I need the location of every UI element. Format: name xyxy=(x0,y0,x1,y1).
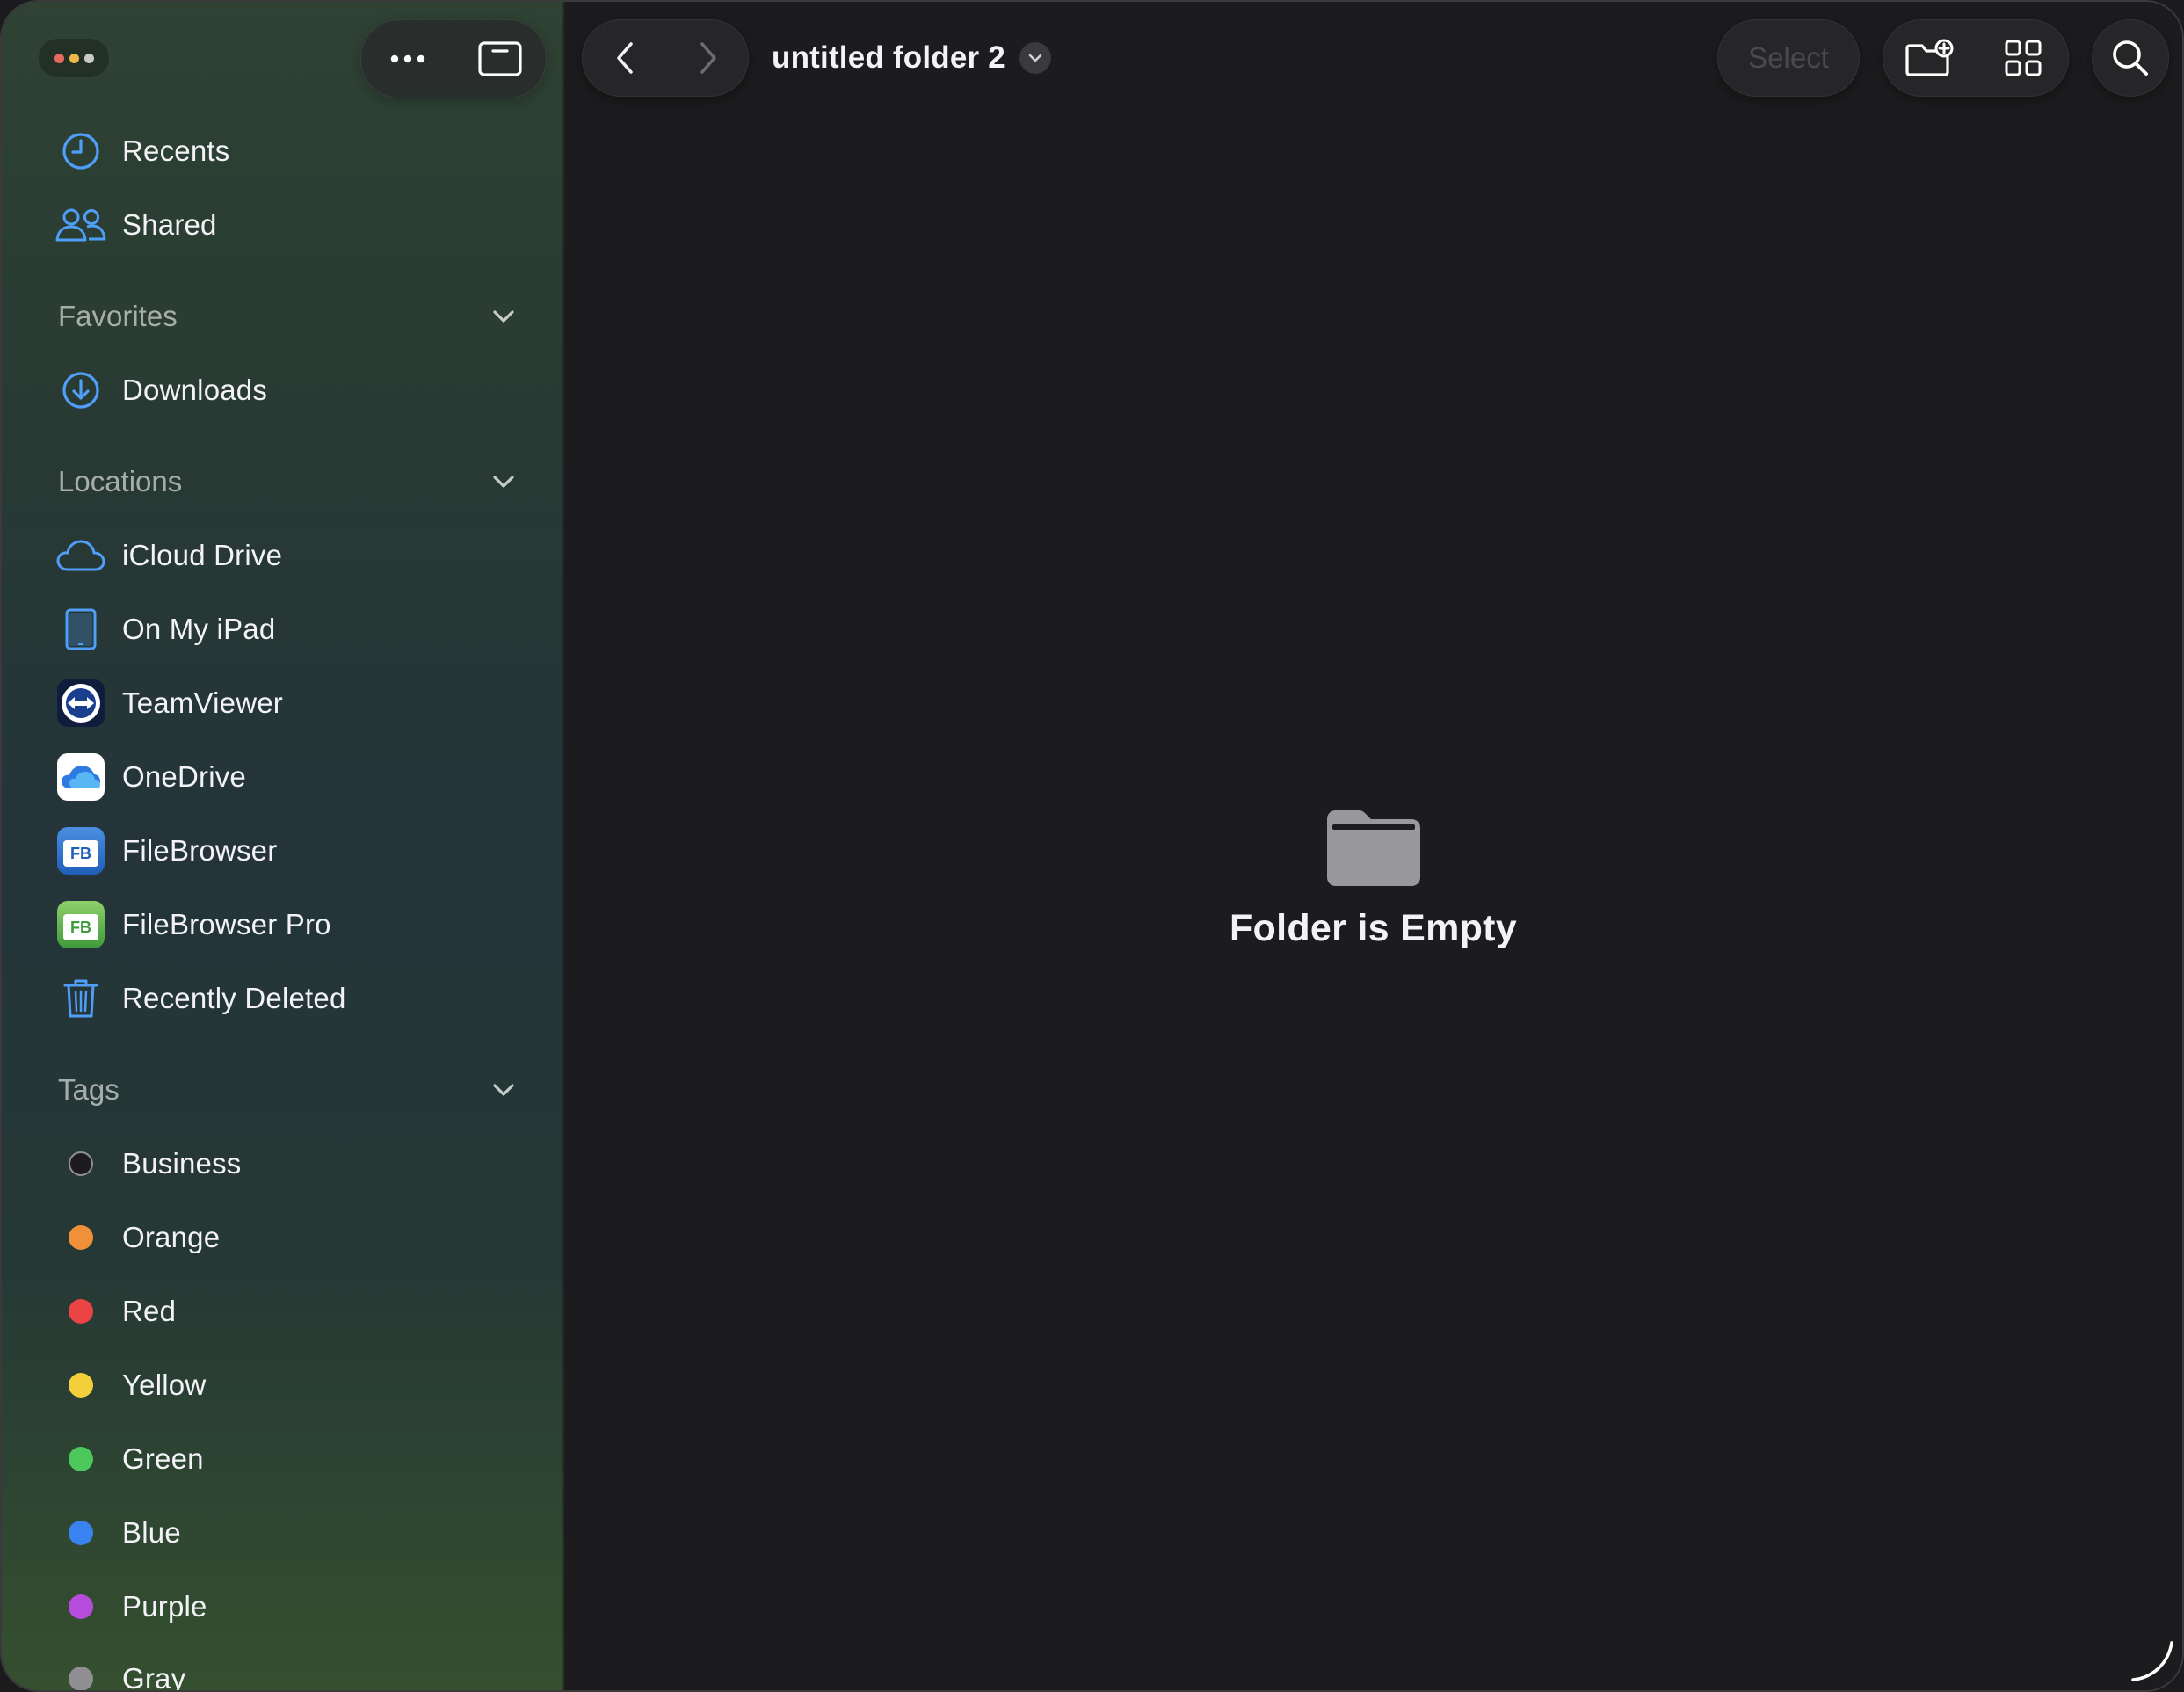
sidebar-tag-gray[interactable]: Gray xyxy=(54,1647,529,1692)
sidebar-tag-red[interactable]: Red xyxy=(54,1280,529,1343)
select-button[interactable]: Select xyxy=(1717,19,1860,97)
navigation-controls xyxy=(582,19,749,97)
tag-label: Orange xyxy=(122,1221,221,1253)
empty-state-message: Folder is Empty xyxy=(1229,907,1518,949)
search-icon xyxy=(2113,40,2148,76)
files-window: Recents Shared Favorites Downloads Locat… xyxy=(0,0,2184,1692)
tag-label: Yellow xyxy=(122,1369,207,1401)
sidebar-item-label: FileBrowser Pro xyxy=(122,908,331,940)
tag-label: Gray xyxy=(122,1662,186,1692)
download-icon xyxy=(54,364,107,417)
clock-icon xyxy=(54,125,107,178)
sidebar-item-label: TeamViewer xyxy=(122,686,283,719)
window-dot-close[interactable] xyxy=(54,53,64,63)
sidebar-item-label: FileBrowser xyxy=(122,834,278,867)
sidebar-item-label: Downloads xyxy=(122,374,268,406)
tag-label: Blue xyxy=(122,1516,181,1549)
empty-state: Folder is Empty xyxy=(564,810,2182,950)
section-tags-header[interactable]: Tags xyxy=(58,1064,515,1116)
sidebar-item-label: OneDrive xyxy=(122,760,246,793)
chevron-down-icon xyxy=(1019,42,1051,74)
sidebar-tag-purple[interactable]: Purple xyxy=(54,1575,529,1638)
sidebar-item-teamviewer[interactable]: TeamViewer xyxy=(54,672,529,735)
ellipsis-icon xyxy=(390,54,424,63)
sidebar-item-recents[interactable]: Recents xyxy=(54,120,529,183)
more-button[interactable] xyxy=(361,20,453,98)
forward-button[interactable] xyxy=(666,20,750,96)
tag-color-dot xyxy=(69,1667,93,1690)
sidebar-item-filebrowser-pro[interactable]: FB FileBrowser Pro xyxy=(54,893,529,956)
trash-icon xyxy=(54,972,107,1025)
main-content: untitled folder 2 Select Folder is Empty xyxy=(564,2,2182,1690)
tag-color-dot xyxy=(69,1521,93,1545)
app-badge: FB xyxy=(70,918,91,936)
app-badge: FB xyxy=(70,844,91,862)
sidebar-item-onedrive[interactable]: OneDrive xyxy=(54,745,529,809)
new-folder-button[interactable] xyxy=(1883,20,1977,96)
onedrive-icon xyxy=(57,753,105,801)
chevron-left-icon xyxy=(616,42,633,74)
sidebar-item-icloud-drive[interactable]: iCloud Drive xyxy=(54,524,529,587)
tag-label: Green xyxy=(122,1442,204,1475)
section-favorites-header[interactable]: Favorites xyxy=(58,290,515,343)
sidebar-toolbar xyxy=(360,19,547,98)
sidebar-item-label: Recents xyxy=(122,134,230,167)
section-title: Tags xyxy=(58,1073,120,1106)
tag-label: Business xyxy=(122,1147,242,1180)
tag-color-dot xyxy=(69,1151,93,1176)
chevron-down-icon xyxy=(493,476,514,488)
sidebar-icon xyxy=(477,41,522,76)
teamviewer-icon xyxy=(57,679,105,727)
tag-color-dot xyxy=(69,1373,93,1398)
tag-label: Red xyxy=(122,1295,177,1327)
grid-icon xyxy=(2005,40,2042,76)
section-locations-header[interactable]: Locations xyxy=(58,455,515,508)
page-title: untitled folder 2 xyxy=(772,40,1005,75)
sidebar-item-downloads[interactable]: Downloads xyxy=(54,359,529,422)
actions-group xyxy=(1883,19,2069,97)
section-title: Locations xyxy=(58,465,183,497)
sidebar-item-label: On My iPad xyxy=(122,613,276,645)
sidebar-item-label: Shared xyxy=(122,208,217,241)
filebrowser-icon: FB xyxy=(57,827,105,875)
sidebar-item-shared[interactable]: Shared xyxy=(54,193,529,257)
section-title: Favorites xyxy=(58,300,178,332)
sidebar-toggle-button[interactable] xyxy=(453,20,546,98)
window-dot-zoom[interactable] xyxy=(83,53,94,63)
view-options-button[interactable] xyxy=(1977,20,2070,96)
tag-label: Purple xyxy=(122,1590,207,1623)
folder-icon xyxy=(1326,810,1420,886)
chevron-right-icon xyxy=(700,42,716,74)
sidebar-item-label: iCloud Drive xyxy=(122,539,283,571)
sidebar-tag-orange[interactable]: Orange xyxy=(54,1206,529,1269)
folder-plus-icon xyxy=(1905,39,1954,76)
window-controls[interactable] xyxy=(39,39,109,77)
sidebar-item-label: Recently Deleted xyxy=(122,982,346,1014)
sidebar: Recents Shared Favorites Downloads Locat… xyxy=(2,2,564,1690)
window-dot-minimize[interactable] xyxy=(69,53,79,63)
select-label: Select xyxy=(1748,41,1829,74)
sidebar-tag-business[interactable]: Business xyxy=(54,1132,529,1195)
resize-handle[interactable] xyxy=(2128,1636,2177,1685)
sidebar-tag-yellow[interactable]: Yellow xyxy=(54,1354,529,1417)
tag-color-dot xyxy=(69,1299,93,1324)
chevron-down-icon xyxy=(493,1084,514,1096)
tag-color-dot xyxy=(69,1225,93,1250)
ipad-icon xyxy=(54,603,107,656)
back-button[interactable] xyxy=(583,20,666,96)
folder-title-menu[interactable]: untitled folder 2 xyxy=(772,19,1051,97)
tag-color-dot xyxy=(69,1447,93,1471)
cloud-icon xyxy=(54,529,107,582)
sidebar-item-filebrowser[interactable]: FB FileBrowser xyxy=(54,819,529,882)
sidebar-item-on-my-ipad[interactable]: On My iPad xyxy=(54,598,529,661)
sidebar-tag-green[interactable]: Green xyxy=(54,1427,529,1491)
chevron-down-icon xyxy=(493,310,514,323)
filebrowser-pro-icon: FB xyxy=(57,901,105,948)
sidebar-item-recently-deleted[interactable]: Recently Deleted xyxy=(54,967,529,1030)
search-button[interactable] xyxy=(2092,19,2169,97)
people-icon xyxy=(54,199,107,251)
tag-color-dot xyxy=(69,1594,93,1619)
sidebar-tag-blue[interactable]: Blue xyxy=(54,1501,529,1565)
